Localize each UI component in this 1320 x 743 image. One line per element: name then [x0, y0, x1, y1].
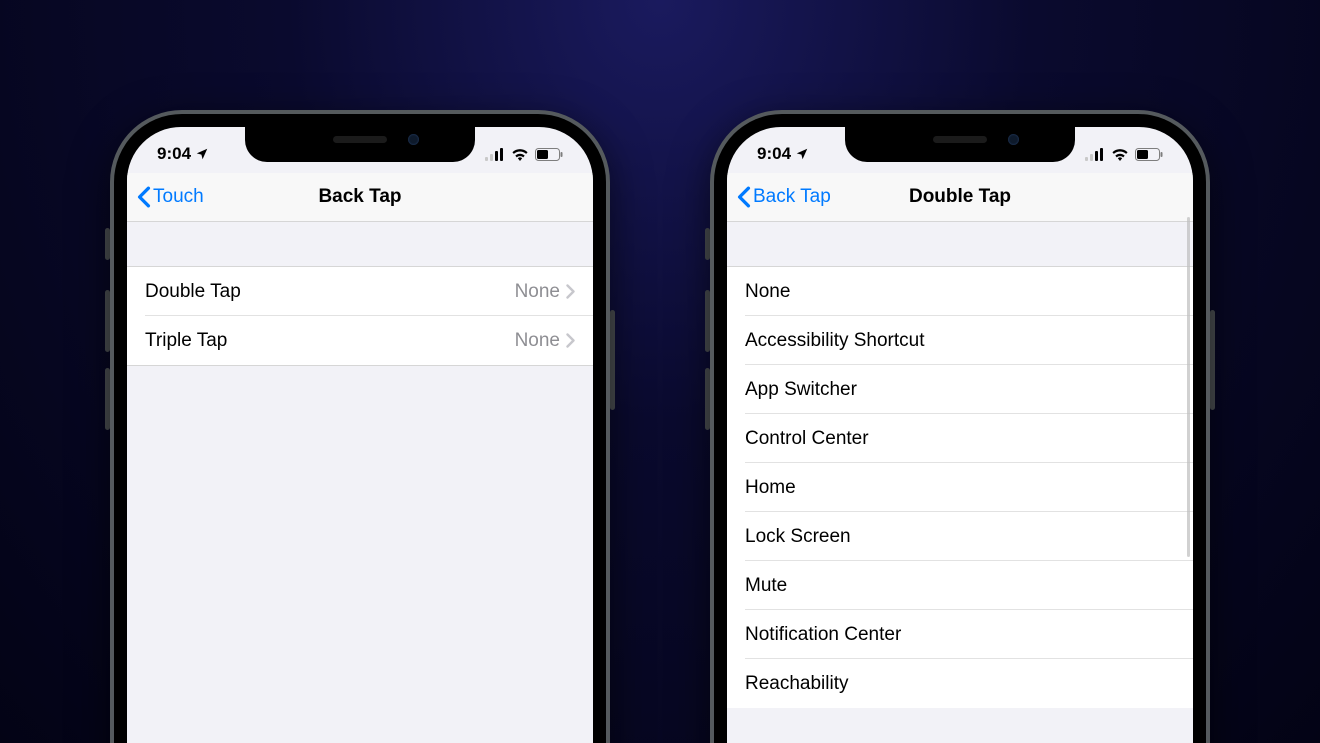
- back-label: Back Tap: [753, 186, 831, 208]
- scroll-indicator[interactable]: [1187, 217, 1190, 557]
- phone-left: 9:04: [110, 110, 610, 743]
- nav-bar: Touch Back Tap: [127, 173, 593, 222]
- back-button[interactable]: Touch: [137, 186, 204, 208]
- battery-icon: [535, 148, 563, 161]
- row-value-wrap: None: [515, 281, 575, 303]
- status-left: 9:04: [157, 144, 209, 164]
- status-right: [485, 148, 563, 161]
- notch: [245, 127, 475, 162]
- front-camera-icon: [1008, 134, 1019, 145]
- option-label: Accessibility Shortcut: [745, 330, 925, 352]
- option-label: Reachability: [745, 673, 849, 695]
- row-label: Triple Tap: [145, 330, 227, 352]
- option-accessibility-shortcut[interactable]: Accessibility Shortcut: [727, 316, 1193, 365]
- section-spacer: [127, 222, 593, 267]
- option-notification-center[interactable]: Notification Center: [727, 610, 1193, 659]
- option-control-center[interactable]: Control Center: [727, 414, 1193, 463]
- nav-bar: Back Tap Double Tap: [727, 173, 1193, 222]
- option-app-switcher[interactable]: App Switcher: [727, 365, 1193, 414]
- battery-icon: [1135, 148, 1163, 161]
- screen-left: 9:04: [127, 127, 593, 743]
- option-home[interactable]: Home: [727, 463, 1193, 512]
- wifi-icon: [1111, 148, 1129, 161]
- option-label: Control Center: [745, 428, 869, 450]
- option-reachability[interactable]: Reachability: [727, 659, 1193, 708]
- option-label: Mute: [745, 575, 787, 597]
- double-tap-options-list: None Accessibility Shortcut App Switcher…: [727, 267, 1193, 708]
- chevron-right-icon: [566, 284, 575, 299]
- stage: 9:04: [0, 0, 1320, 743]
- row-value-wrap: None: [515, 330, 575, 352]
- back-label: Touch: [153, 186, 204, 208]
- option-label: Lock Screen: [745, 526, 851, 548]
- row-label: Double Tap: [145, 281, 241, 303]
- cellular-signal-icon: [485, 148, 505, 161]
- status-right: [1085, 148, 1163, 161]
- back-tap-list: Double Tap None Triple Tap None: [127, 267, 593, 366]
- location-icon: [795, 147, 809, 161]
- cellular-signal-icon: [1085, 148, 1105, 161]
- power-button[interactable]: [1210, 310, 1215, 410]
- row-double-tap[interactable]: Double Tap None: [127, 267, 593, 316]
- front-camera-icon: [408, 134, 419, 145]
- option-lock-screen[interactable]: Lock Screen: [727, 512, 1193, 561]
- chevron-left-icon: [137, 186, 151, 208]
- chevron-left-icon: [737, 186, 751, 208]
- notch: [845, 127, 1075, 162]
- row-triple-tap[interactable]: Triple Tap None: [127, 316, 593, 365]
- nav-title: Double Tap: [909, 186, 1011, 208]
- option-label: Home: [745, 477, 796, 499]
- option-label: Notification Center: [745, 624, 901, 646]
- row-value: None: [515, 281, 560, 303]
- option-label: App Switcher: [745, 379, 857, 401]
- power-button[interactable]: [610, 310, 615, 410]
- option-label: None: [745, 281, 790, 303]
- chevron-right-icon: [566, 333, 575, 348]
- wifi-icon: [511, 148, 529, 161]
- row-value: None: [515, 330, 560, 352]
- option-mute[interactable]: Mute: [727, 561, 1193, 610]
- section-spacer: [727, 222, 1193, 267]
- status-time: 9:04: [157, 144, 191, 164]
- status-left: 9:04: [757, 144, 809, 164]
- nav-title: Back Tap: [318, 186, 401, 208]
- status-time: 9:04: [757, 144, 791, 164]
- location-icon: [195, 147, 209, 161]
- earpiece-speaker-icon: [333, 136, 387, 143]
- earpiece-speaker-icon: [933, 136, 987, 143]
- phone-right: 9:04: [710, 110, 1210, 743]
- screen-right: 9:04: [727, 127, 1193, 743]
- option-none[interactable]: None: [727, 267, 1193, 316]
- back-button[interactable]: Back Tap: [737, 186, 831, 208]
